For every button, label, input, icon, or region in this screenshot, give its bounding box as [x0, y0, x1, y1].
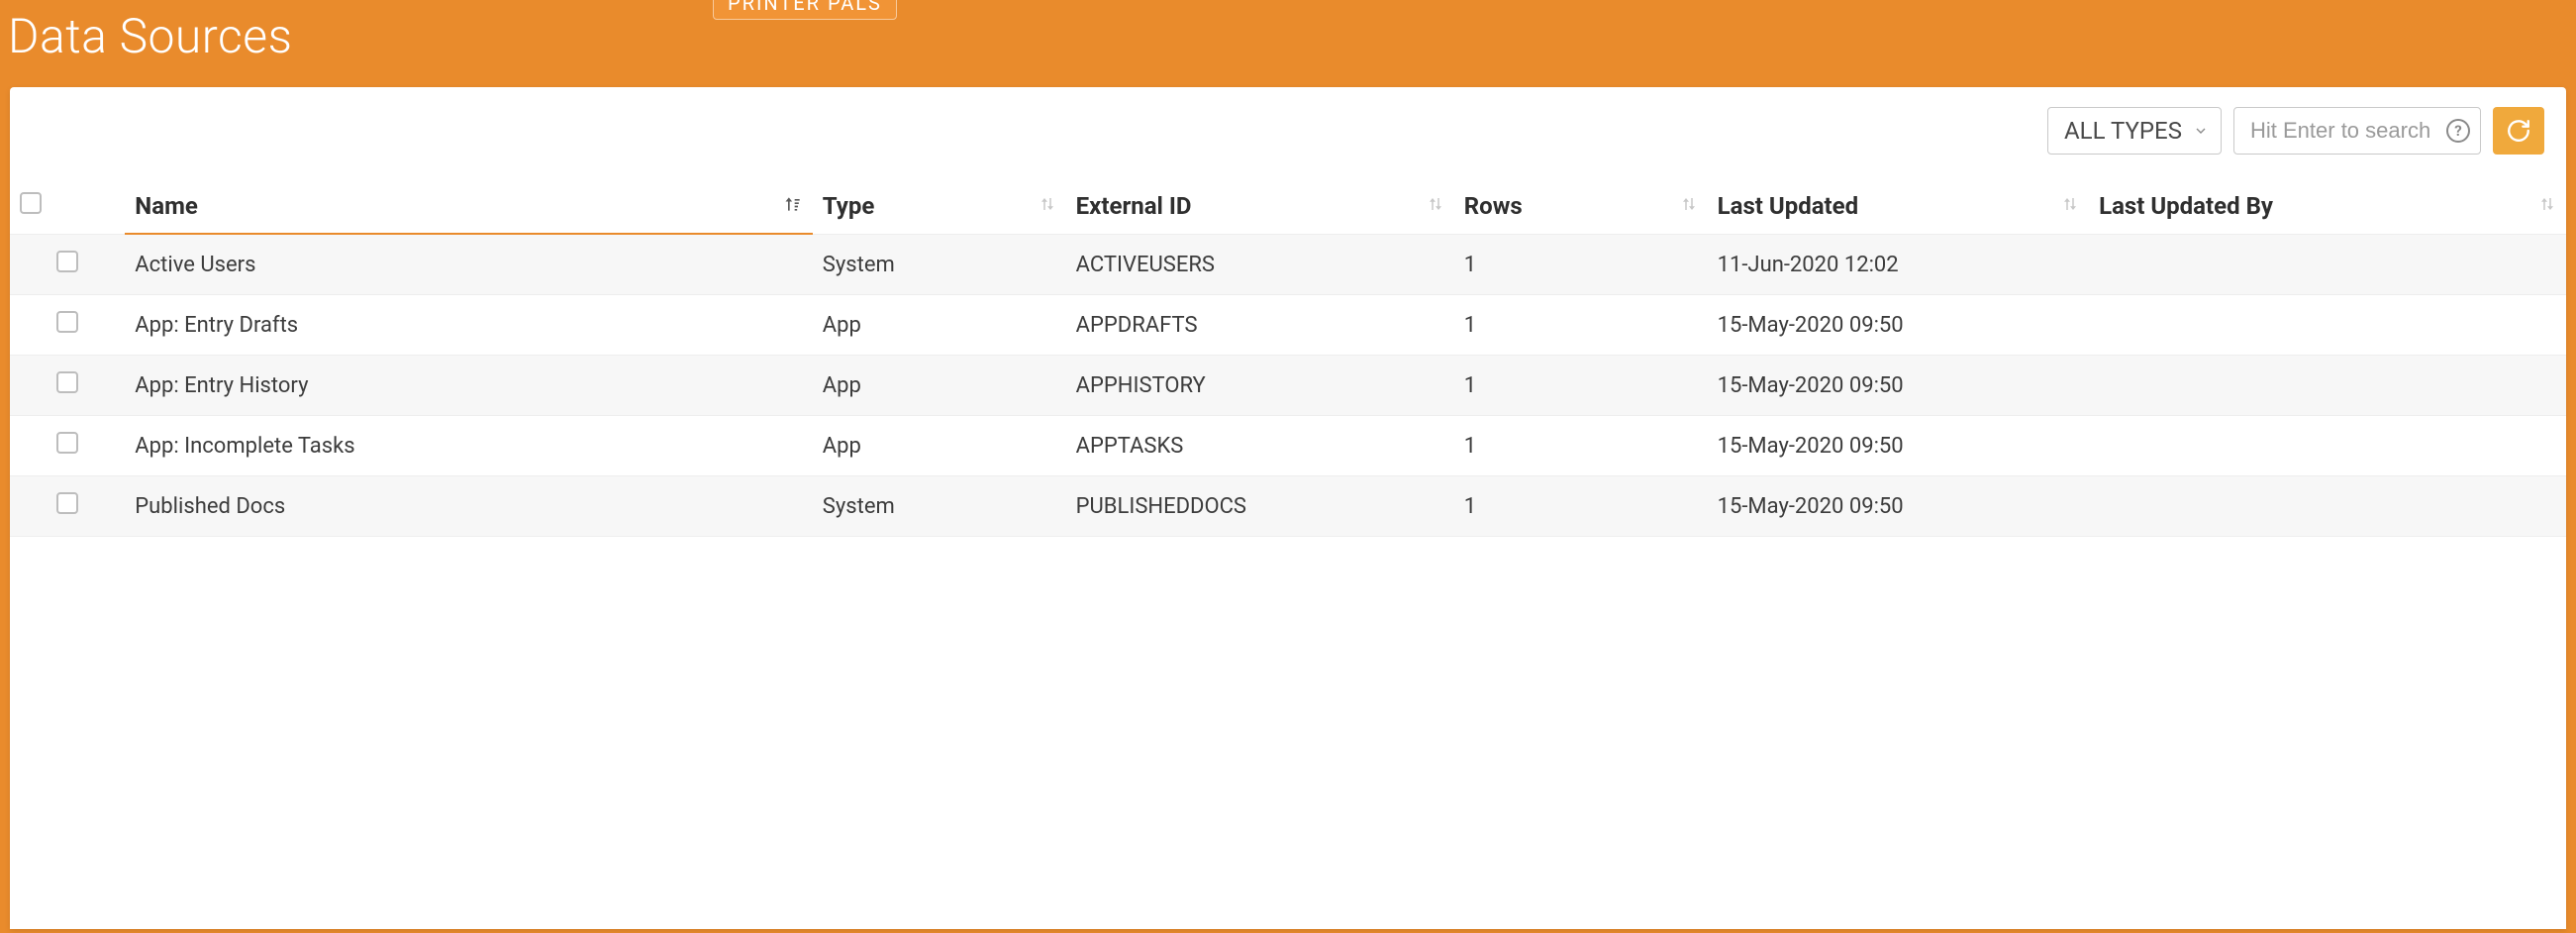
cell-type: App — [813, 295, 1066, 356]
row-checkbox[interactable] — [56, 311, 78, 333]
column-header-last-updated[interactable]: Last Updated — [1708, 174, 2089, 235]
cell-last-updated: 15-May-2020 09:50 — [1708, 295, 2089, 356]
cell-type: System — [813, 235, 1066, 295]
sort-icon — [1680, 195, 1698, 213]
search-input[interactable] — [2250, 118, 2436, 144]
sort-icon — [1427, 195, 1444, 213]
content-card: ALL TYPES ? — [10, 87, 2566, 929]
column-header-last-updated-by[interactable]: Last Updated By — [2089, 174, 2566, 235]
help-icon[interactable]: ? — [2446, 119, 2470, 143]
cell-last-updated: 11-Jun-2020 12:02 — [1708, 235, 2089, 295]
cell-type: System — [813, 476, 1066, 537]
cell-type: App — [813, 416, 1066, 476]
type-filter-label: ALL TYPES — [2064, 117, 2182, 145]
cell-name: Active Users — [125, 235, 813, 295]
cell-rows: 1 — [1454, 295, 1708, 356]
table-row[interactable]: Published DocsSystemPUBLISHEDDOCS115-May… — [10, 476, 2566, 537]
cell-rows: 1 — [1454, 235, 1708, 295]
column-header-type-label: Type — [823, 192, 875, 220]
cell-external-id: APPHISTORY — [1066, 356, 1454, 416]
cell-last-updated-by — [2089, 295, 2566, 356]
column-header-last-updated-by-label: Last Updated By — [2099, 192, 2273, 220]
cell-external-id: ACTIVEUSERS — [1066, 235, 1454, 295]
cell-external-id: PUBLISHEDDOCS — [1066, 476, 1454, 537]
cell-name: App: Incomplete Tasks — [125, 416, 813, 476]
cell-last-updated-by — [2089, 476, 2566, 537]
refresh-icon — [2506, 118, 2531, 144]
cell-name: Published Docs — [125, 476, 813, 537]
cell-last-updated: 15-May-2020 09:50 — [1708, 416, 2089, 476]
cell-last-updated: 15-May-2020 09:50 — [1708, 356, 2089, 416]
cell-rows: 1 — [1454, 416, 1708, 476]
page-title: Data Sources — [8, 8, 292, 64]
type-filter-select[interactable]: ALL TYPES — [2047, 107, 2222, 155]
row-checkbox[interactable] — [56, 492, 78, 514]
column-header-type[interactable]: Type — [813, 174, 1066, 235]
toolbar: ALL TYPES ? — [10, 87, 2566, 174]
sort-icon — [783, 194, 803, 214]
table-row[interactable]: App: Entry DraftsAppAPPDRAFTS115-May-202… — [10, 295, 2566, 356]
cell-external-id: APPTASKS — [1066, 416, 1454, 476]
column-header-last-updated-label: Last Updated — [1718, 192, 1859, 220]
cell-last-updated: 15-May-2020 09:50 — [1708, 476, 2089, 537]
column-header-external-id-label: External ID — [1076, 192, 1192, 220]
search-field-wrap: ? — [2233, 107, 2481, 155]
sort-icon — [1039, 195, 1056, 213]
cell-last-updated-by — [2089, 235, 2566, 295]
sort-icon — [2538, 195, 2556, 213]
cell-rows: 1 — [1454, 356, 1708, 416]
table-row[interactable]: App: Entry HistoryAppAPPHISTORY115-May-2… — [10, 356, 2566, 416]
row-checkbox[interactable] — [56, 251, 78, 272]
row-checkbox[interactable] — [56, 432, 78, 454]
cell-rows: 1 — [1454, 476, 1708, 537]
cell-type: App — [813, 356, 1066, 416]
column-header-external-id[interactable]: External ID — [1066, 174, 1454, 235]
cell-last-updated-by — [2089, 356, 2566, 416]
row-checkbox[interactable] — [56, 371, 78, 393]
data-sources-table: Name Type External ID — [10, 174, 2566, 537]
chevron-down-icon — [2193, 123, 2209, 139]
column-header-rows-label: Rows — [1464, 192, 1523, 220]
table-row[interactable]: Active UsersSystemACTIVEUSERS111-Jun-202… — [10, 235, 2566, 295]
table-row[interactable]: App: Incomplete TasksAppAPPTASKS115-May-… — [10, 416, 2566, 476]
refresh-button[interactable] — [2493, 107, 2544, 155]
org-badge: PRINTER PALS — [713, 0, 897, 20]
column-header-name-label: Name — [135, 192, 198, 220]
column-header-name[interactable]: Name — [125, 174, 813, 235]
cell-name: App: Entry History — [125, 356, 813, 416]
select-all-checkbox[interactable] — [20, 192, 42, 214]
sort-icon — [2061, 195, 2079, 213]
cell-last-updated-by — [2089, 416, 2566, 476]
cell-external-id: APPDRAFTS — [1066, 295, 1454, 356]
column-header-rows[interactable]: Rows — [1454, 174, 1708, 235]
cell-name: App: Entry Drafts — [125, 295, 813, 356]
